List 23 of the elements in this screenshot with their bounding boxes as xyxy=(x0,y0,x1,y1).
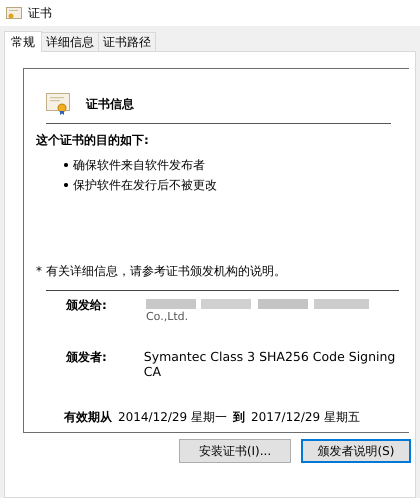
purpose-item: 保护软件在发行后不被更改 xyxy=(73,176,217,194)
field-label: 到 xyxy=(232,409,245,426)
bullet-icon xyxy=(64,183,68,187)
field-value: 2017/12/29 星期五 xyxy=(250,409,360,426)
field-value: 2014/12/29 星期一 xyxy=(118,409,227,426)
section-title: 证书信息 xyxy=(86,96,134,112)
tab[interactable]: 详细信息 xyxy=(41,32,99,51)
certificate-icon xyxy=(46,93,70,115)
field-label: 颁发者: xyxy=(66,349,108,366)
tab[interactable]: 证书路径 xyxy=(98,32,156,51)
bullet-icon xyxy=(64,163,68,167)
field-value: Symantec Class 3 SHA256 Code Signing CA xyxy=(144,349,396,379)
window-title: 证书 xyxy=(28,4,52,22)
field-value: Co.,Ltd. xyxy=(146,311,190,322)
purpose-title: 这个证书的目的如下: xyxy=(36,132,150,149)
field-label: 颁发给: xyxy=(66,297,108,314)
certificate-icon xyxy=(6,6,22,20)
dialog-button[interactable]: 安装证书(I)... xyxy=(179,439,291,463)
purpose-item: 确保软件来自软件发布者 xyxy=(73,156,205,174)
field-label: 有效期从 xyxy=(64,409,112,426)
dialog-button[interactable]: 颁发者说明(S) xyxy=(301,439,411,463)
note-text: * 有关详细信息，请参考证书颁发机构的说明。 xyxy=(36,263,287,280)
tab[interactable]: 常规 xyxy=(4,31,42,52)
